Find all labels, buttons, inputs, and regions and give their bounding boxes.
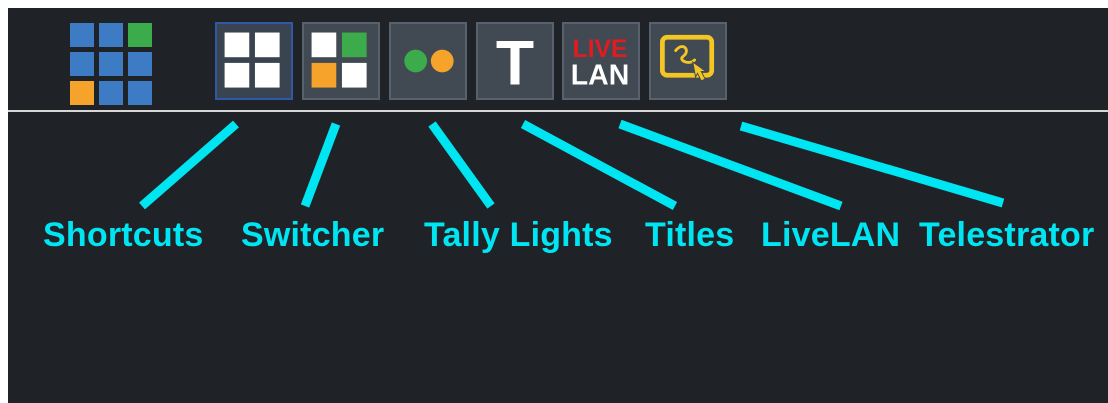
connector-lines <box>139 119 1005 211</box>
titles-label: Titles <box>645 216 735 254</box>
titles-connector <box>520 120 678 210</box>
livelan-icon-bottom-text: LAN <box>571 60 629 92</box>
titles-icon: T <box>496 29 534 98</box>
app-grid-icon[interactable] <box>70 23 152 105</box>
livelan-icon: LIVE LAN <box>571 36 629 92</box>
switcher-connector <box>300 122 341 208</box>
grid-icon-graphic <box>70 23 152 105</box>
telestrator-icon <box>660 34 715 82</box>
switcher-icon <box>311 32 367 88</box>
tally-lights-label: Tally Lights <box>424 216 613 254</box>
livelan-label: LiveLAN <box>761 216 901 254</box>
livelan-connector <box>618 119 843 211</box>
app-panel: T LIVE LAN Shortcuts Switcher Tally Ligh… <box>8 8 1108 403</box>
switcher-label: Switcher <box>241 216 385 254</box>
switcher-button[interactable] <box>302 22 380 100</box>
titles-button[interactable]: T <box>476 22 554 100</box>
telestrator-connector <box>739 121 1005 208</box>
shortcuts-label: Shortcuts <box>43 216 204 254</box>
shortcuts-connector <box>139 120 239 210</box>
livelan-button[interactable]: LIVE LAN <box>562 22 640 100</box>
tally-lights-button[interactable] <box>389 22 467 100</box>
telestrator-button[interactable] <box>649 22 727 100</box>
telestrator-label: Telestrator <box>919 216 1095 254</box>
shortcuts-grid-icon <box>224 32 280 88</box>
titles-icon-letter: T <box>496 29 534 98</box>
tally-lights-connector <box>428 121 495 209</box>
tally-lights-icon <box>404 49 454 73</box>
toolbar-divider <box>8 110 1108 112</box>
shortcuts-button[interactable] <box>215 22 293 100</box>
